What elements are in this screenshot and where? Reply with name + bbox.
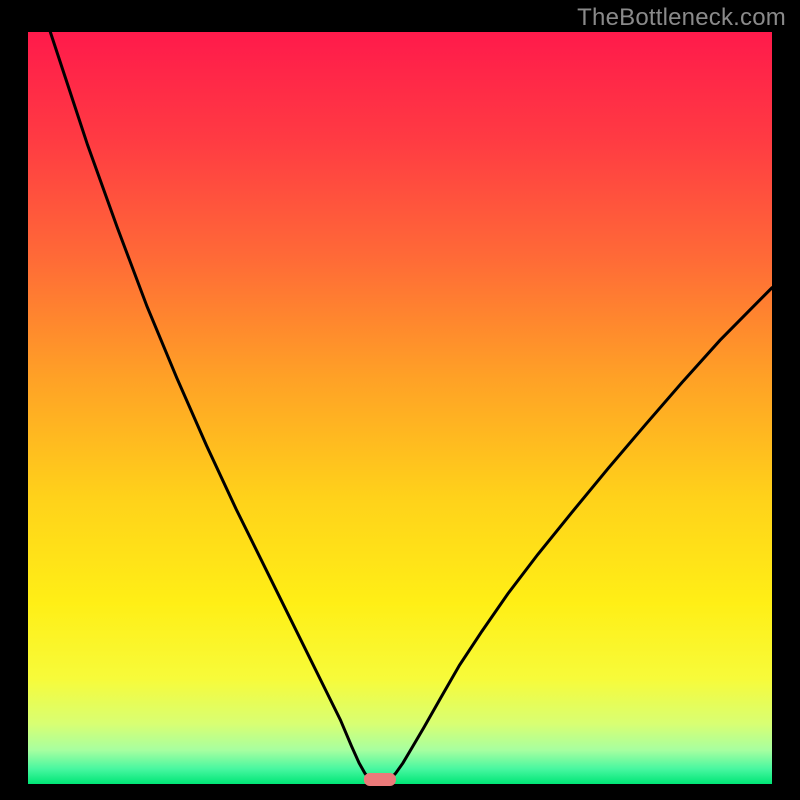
watermark-label: TheBottleneck.com — [577, 4, 786, 32]
bottleneck-chart — [0, 0, 800, 800]
optimal-marker — [364, 773, 396, 786]
chart-container: TheBottleneck.com — [0, 0, 800, 800]
